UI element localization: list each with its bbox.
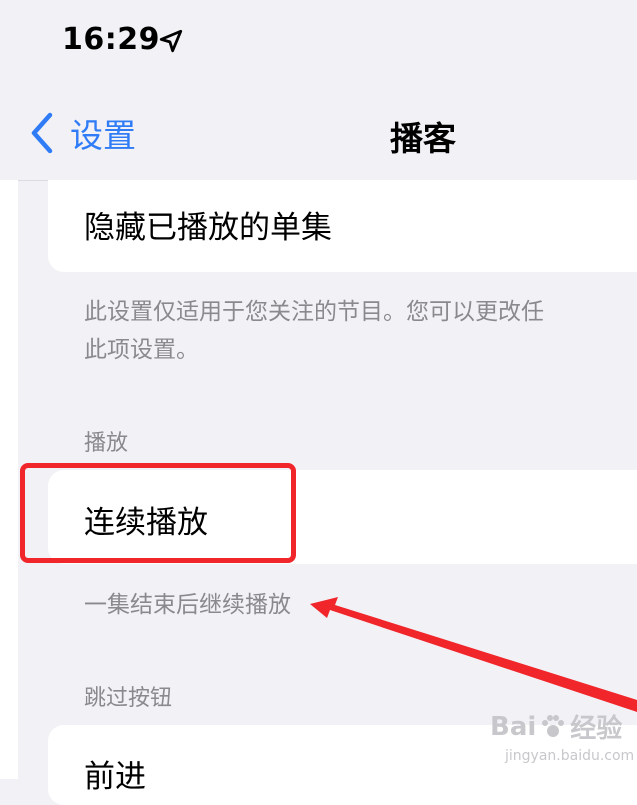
watermark-brand-left: Bai [490,711,537,742]
watermark: Bai 经验 [490,708,622,745]
paw-icon [542,714,565,737]
watermark-sub: jingyan.baidu.com [505,748,635,764]
watermark-brand-right: 经验 [570,714,623,744]
annotation-arrow [310,597,637,712]
